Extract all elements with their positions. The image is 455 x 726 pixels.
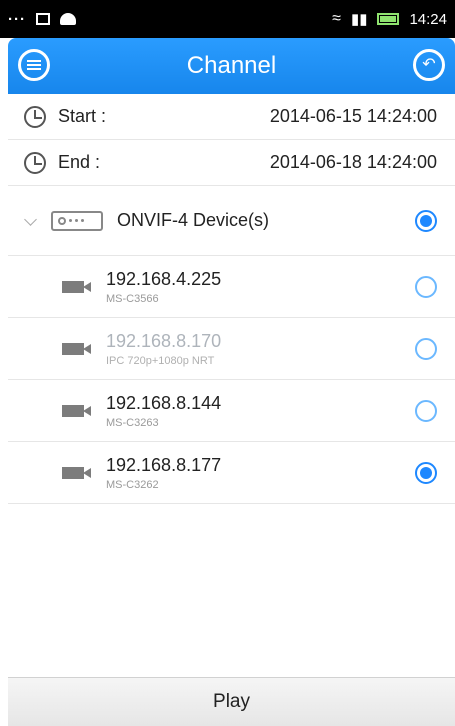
clock-icon [24, 105, 46, 128]
device-radio[interactable] [415, 275, 437, 298]
end-label: End : [58, 152, 101, 172]
battery-icon [377, 13, 400, 25]
device-ip: 192.168.8.170 [106, 330, 222, 351]
square-icon [36, 13, 50, 25]
collapse-caret-icon[interactable] [24, 212, 37, 226]
device-item[interactable]: 192.168.8.177 MS-C3262 [8, 442, 455, 504]
device-model: MS-C3262 [106, 478, 159, 491]
device-radio[interactable] [415, 461, 437, 484]
device-radio[interactable] [415, 399, 437, 422]
play-label: Play [213, 691, 250, 712]
device-text: 192.168.4.225 MS-C3566 [106, 269, 221, 305]
end-time-value: 2014-06-18 14:24:00 [269, 152, 437, 172]
android-icon [60, 13, 76, 25]
camera-icon [62, 404, 96, 418]
start-time-row[interactable]: Start : 2014-06-15 14:24:00 [8, 94, 455, 140]
signal-icon: ▮▮ [350, 11, 368, 28]
device-ip: 192.168.8.144 [106, 392, 222, 413]
device-icon [51, 210, 103, 231]
device-item[interactable]: 192.168.8.170 IPC 720p+1080p NRT [8, 318, 455, 380]
device-radio[interactable] [415, 337, 437, 360]
camera-icon [62, 466, 96, 480]
device-ip: 192.168.4.225 [106, 268, 222, 289]
start-time-value: 2014-06-15 14:24:00 [269, 106, 437, 126]
app-header: Channel ↶ [8, 38, 455, 94]
device-text: 192.168.8.170 IPC 720p+1080p NRT [106, 331, 221, 367]
group-radio[interactable] [415, 209, 437, 232]
device-item[interactable]: 192.168.4.225 MS-C3566 [8, 256, 455, 318]
device-group-row[interactable]: ONVIF-4 Device(s) [8, 186, 455, 256]
device-item[interactable]: 192.168.8.144 MS-C3263 [8, 380, 455, 442]
menu-button[interactable] [18, 49, 50, 81]
status-bar: ··· ≈ ▮▮ 14:24 [0, 0, 455, 38]
wifi-icon: ≈ [332, 10, 341, 27]
camera-icon [62, 280, 96, 294]
status-right: ≈ ▮▮ 14:24 [332, 10, 447, 28]
device-text: 192.168.8.144 MS-C3263 [106, 393, 221, 429]
back-button[interactable]: ↶ [413, 49, 445, 81]
play-button[interactable]: Play [8, 677, 455, 726]
camera-icon [62, 342, 96, 356]
channel-content: Start : 2014-06-15 14:24:00 End : 2014-0… [8, 94, 455, 677]
clock-time: 14:24 [409, 10, 447, 28]
device-text: 192.168.8.177 MS-C3262 [106, 455, 221, 491]
device-model: MS-C3566 [106, 292, 159, 305]
page-title: Channel [186, 52, 277, 79]
end-time-row[interactable]: End : 2014-06-18 14:24:00 [8, 140, 455, 186]
clock-icon [24, 151, 46, 174]
device-ip: 192.168.8.177 [106, 454, 222, 475]
more-dots-icon: ··· [8, 10, 26, 28]
device-model: IPC 720p+1080p NRT [106, 354, 215, 367]
device-model: MS-C3263 [106, 416, 159, 429]
start-label: Start : [58, 106, 107, 126]
group-label: ONVIF-4 Device(s) [117, 210, 270, 230]
menu-icon [27, 60, 41, 70]
back-icon: ↶ [422, 56, 436, 73]
status-left: ··· [8, 11, 76, 28]
